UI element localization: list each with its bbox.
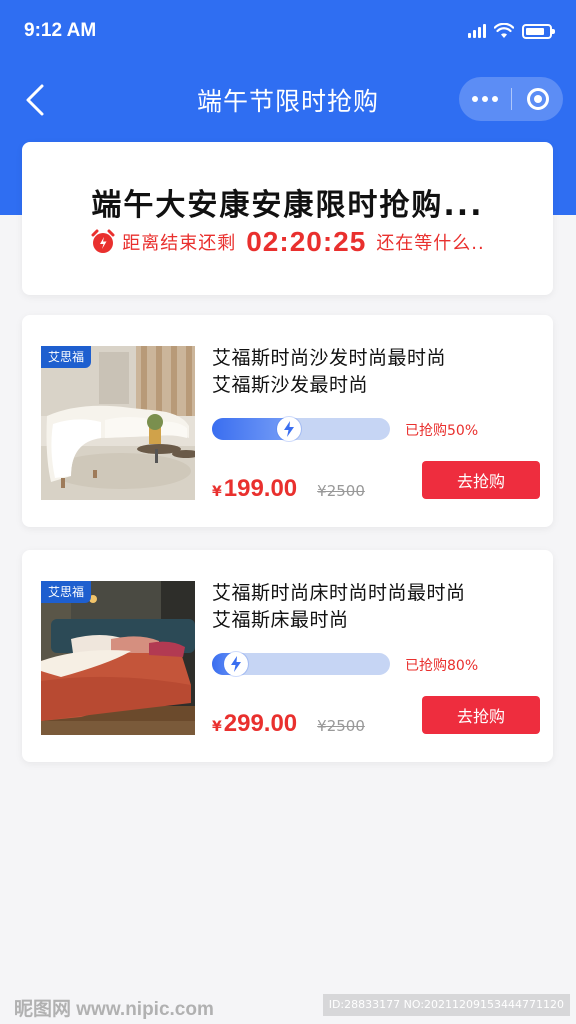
product-title-line: 艾福斯时尚床时尚时尚最时尚: [212, 582, 466, 604]
product-title-line: 艾福斯时尚沙发时尚最时尚: [212, 347, 447, 369]
wifi-icon: [494, 23, 514, 38]
sofa-photo: [41, 346, 195, 500]
dot-icon: [482, 96, 488, 102]
original-price: ¥2500: [317, 482, 365, 500]
status-icons: [468, 23, 555, 39]
countdown-label: 距离结束还剩: [122, 233, 237, 254]
product-card[interactable]: 艾思福 艾福斯时尚沙发时尚最时尚 艾福斯沙发最时尚 已抢购50% ¥ 199.0…: [22, 315, 553, 527]
promo-banner-card: 端午大安康安康限时抢购... 距离结束还剩 02:20:25 还在等什么..: [22, 142, 553, 295]
sold-percentage: 已抢购50%: [405, 423, 479, 439]
product-image-sofa[interactable]: 艾思福: [41, 346, 195, 500]
nav-bar: 端午节限时抢购: [0, 68, 576, 132]
status-time: 9:12 AM: [24, 20, 97, 41]
dot-icon: [472, 96, 478, 102]
target-circle-icon: [526, 88, 549, 110]
back-arrow-icon[interactable]: [20, 82, 56, 118]
product-card[interactable]: 艾思福 艾福斯时尚床时尚时尚最时尚 艾福斯床最时尚 已抢购80% ¥ 299.0…: [22, 550, 553, 762]
alarm-clock-icon: [91, 229, 115, 253]
lightning-icon: [277, 417, 301, 441]
sold-percentage: 已抢购80%: [405, 658, 479, 674]
site-watermark: 昵图网 www.nipic.com: [14, 999, 214, 1020]
cellular-signal-icon: [468, 24, 486, 38]
product-title-line: 艾福斯沙发最时尚: [212, 374, 369, 396]
sale-price: 199.00: [223, 475, 298, 502]
promo-title: 端午大安康安康限时抢购...: [91, 188, 484, 223]
sale-price: 299.00: [223, 710, 298, 737]
sold-progress-bar: [212, 652, 390, 676]
dot-icon: [492, 96, 498, 102]
buy-now-button[interactable]: 去抢购: [422, 696, 540, 734]
countdown-tail-text: 还在等什么..: [376, 233, 485, 254]
bed-photo: [41, 581, 195, 735]
brand-tag: 艾思福: [41, 346, 92, 368]
countdown-timer: 02:20:25: [246, 226, 367, 257]
product-title-line: 艾福斯床最时尚: [212, 609, 349, 631]
battery-icon: [522, 23, 555, 39]
image-id-watermark: ID:28833177 NO:20211209153444771120: [322, 994, 570, 1016]
more-options-button[interactable]: [459, 77, 511, 121]
brand-tag: 艾思福: [41, 581, 92, 603]
currency-symbol: ¥: [212, 484, 222, 500]
price-row: ¥ 299.00 ¥2500: [212, 710, 365, 738]
close-mini-program-button[interactable]: [512, 77, 563, 121]
product-title[interactable]: 艾福斯时尚床时尚时尚最时尚 艾福斯床最时尚: [212, 580, 532, 634]
currency-symbol: ¥: [212, 719, 222, 735]
product-image-bed[interactable]: 艾思福: [41, 581, 195, 735]
lightning-icon: [223, 652, 248, 676]
page-title: 端午节限时抢购: [196, 87, 379, 116]
countdown-row: 距离结束还剩 02:20:25 还在等什么..: [22, 226, 553, 258]
buy-now-button[interactable]: 去抢购: [422, 461, 540, 499]
mini-program-capsule: [459, 77, 563, 121]
sold-progress-bar: [212, 417, 390, 441]
price-row: ¥ 199.00 ¥2500: [212, 475, 365, 503]
product-title[interactable]: 艾福斯时尚沙发时尚最时尚 艾福斯沙发最时尚: [212, 345, 532, 399]
status-bar: 9:12 AM: [0, 0, 576, 62]
original-price: ¥2500: [317, 717, 365, 735]
